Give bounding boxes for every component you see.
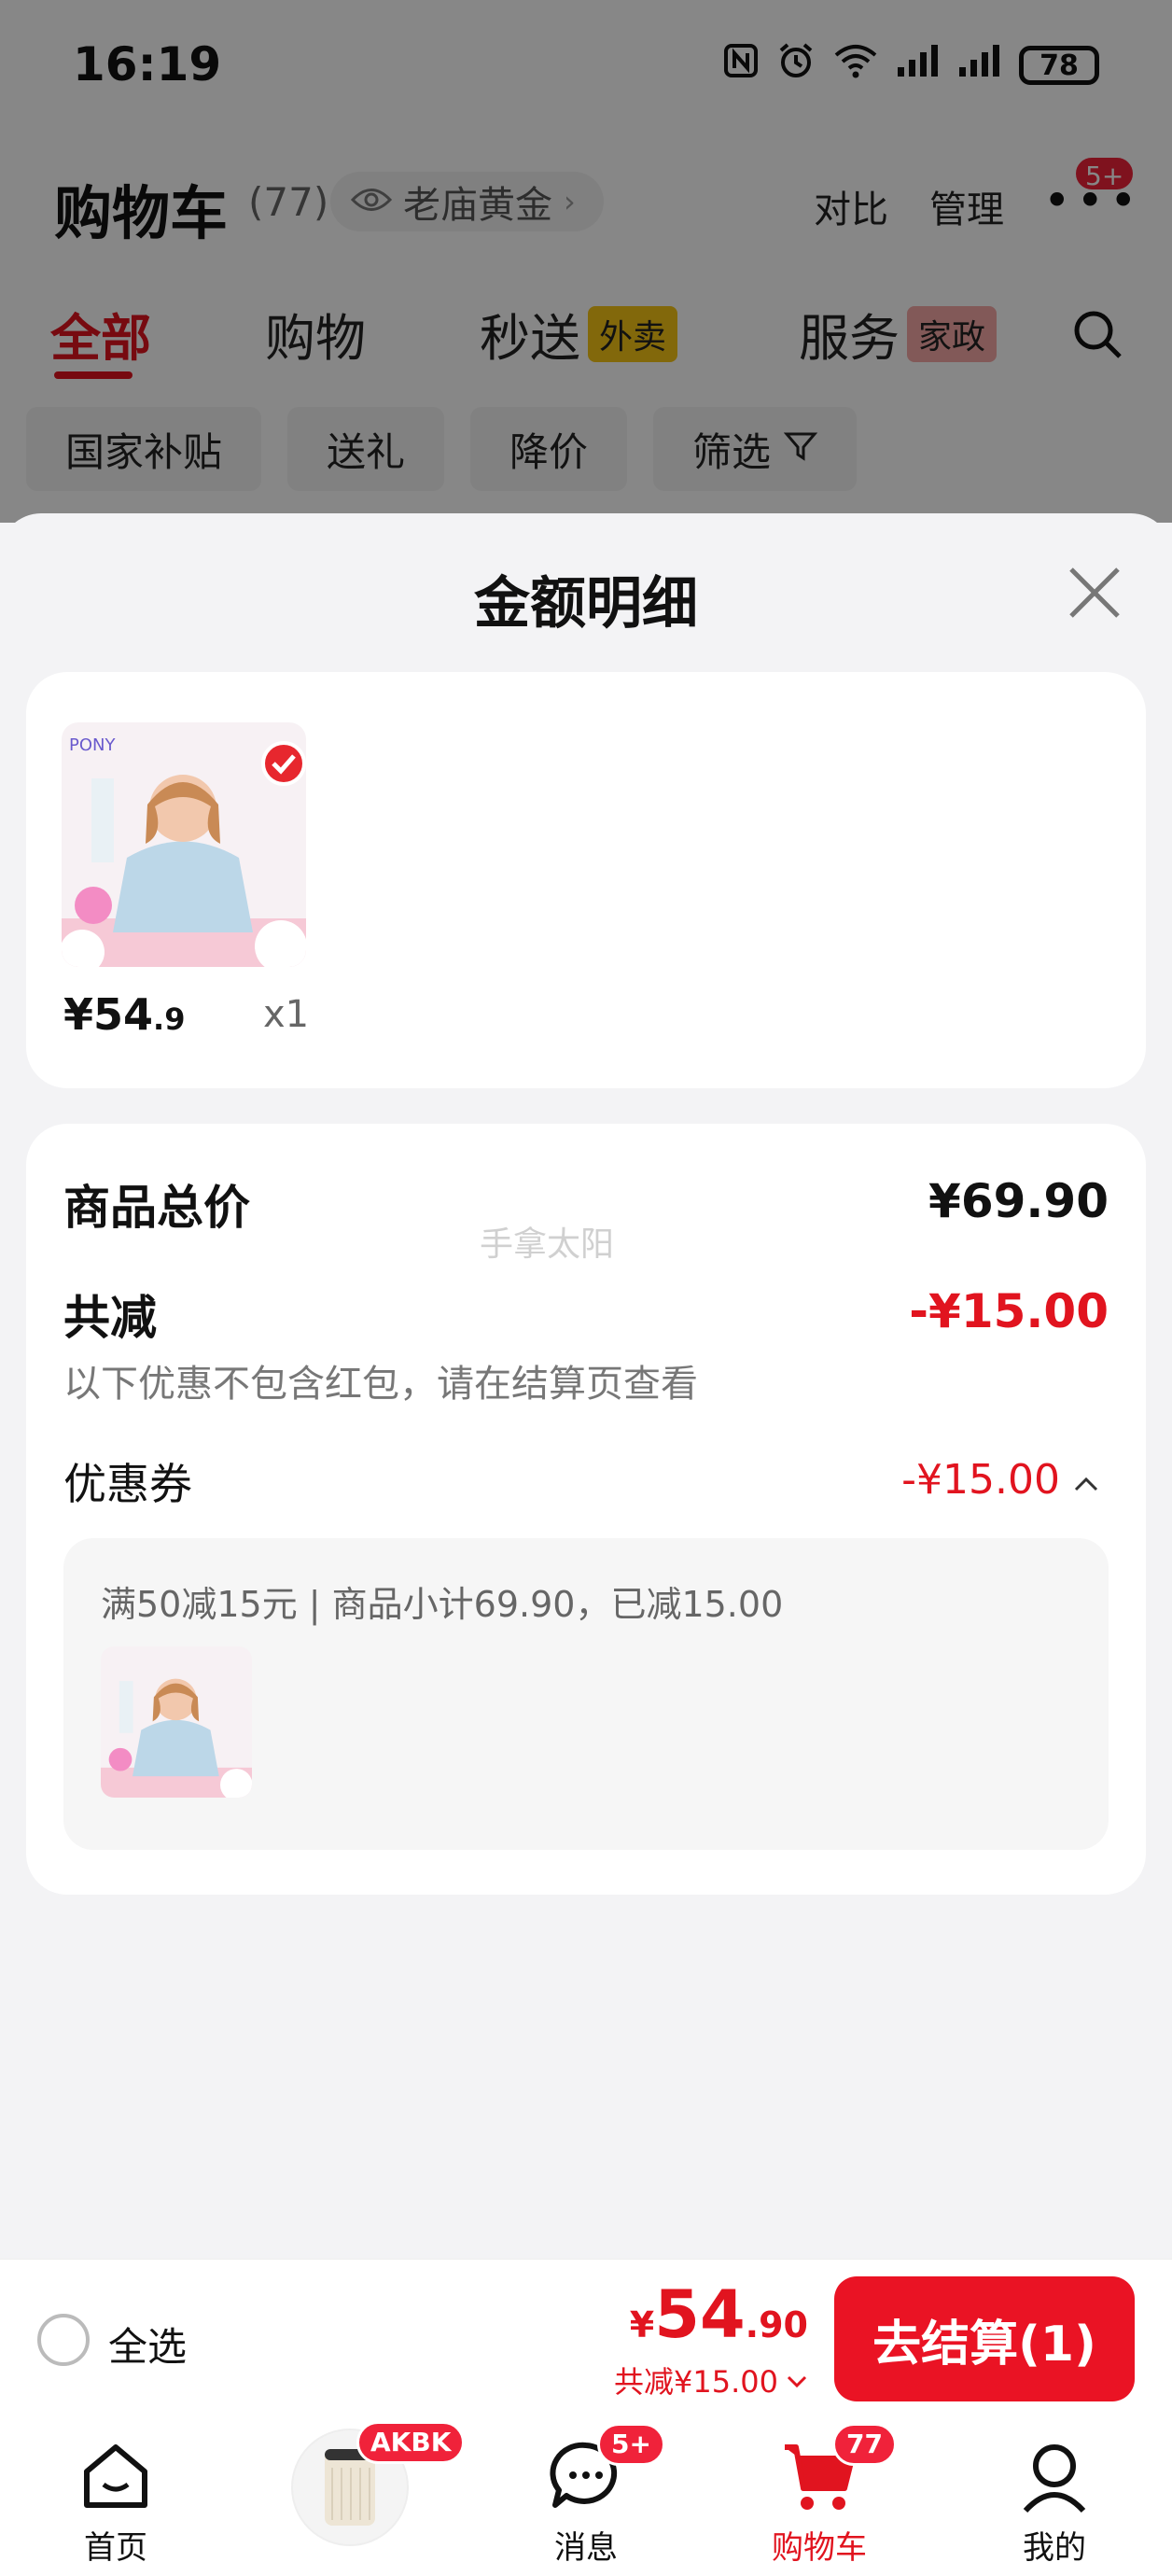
total-price-dec: .90: [745, 2304, 808, 2345]
nav-mine[interactable]: 我的: [961, 2415, 1148, 2576]
coupon-value: -¥15.00: [901, 1456, 1060, 1504]
nav-messages-label: 消息: [554, 2529, 618, 2567]
select-all-label[interactable]: 全选: [108, 2316, 187, 2373]
checkout-bar: 全选 ¥ 54 .90 共减¥15.00 去结算(1): [0, 2259, 1172, 2415]
bottom-nav: 首页 AKBK 消息 5+ 购物车 77 我的: [0, 2415, 1172, 2576]
product-list-card: PONY ¥54.9 x1: [26, 672, 1146, 1088]
close-icon: [1069, 567, 1120, 618]
sheet-title: 金额明细: [474, 571, 698, 637]
goods-total-value: ¥69.90: [928, 1174, 1109, 1228]
discount-note: 以下优惠不包含红包，请在结算页查看: [63, 1363, 698, 1406]
product-price: ¥54.9: [63, 989, 185, 1040]
product-image[interactable]: PONY: [62, 722, 306, 967]
coupon-detail-box: 满50减15元 | 商品小计69.90，已减15.00: [63, 1538, 1109, 1850]
promo-badge: AKBK: [356, 2421, 466, 2464]
watermark: 手拿太阳: [480, 1225, 615, 1264]
discount-label: 共减: [63, 1291, 157, 1345]
coupon-description: 满50减15元 | 商品小计69.90，已减15.00: [101, 1584, 784, 1625]
user-icon: [1023, 2444, 1086, 2513]
messages-badge: 5+: [597, 2423, 665, 2466]
total-price-symbol: ¥: [629, 2304, 655, 2345]
total-price-int: 54: [654, 2276, 746, 2353]
nav-home-label: 首页: [84, 2529, 147, 2567]
product-price-dec: .9: [153, 1001, 186, 1037]
coupon-toggle[interactable]: -¥15.00: [901, 1456, 1099, 1504]
goods-total-label: 商品总价: [63, 1181, 250, 1235]
cart-badge: 77: [832, 2423, 897, 2466]
select-all-checkbox[interactable]: [37, 2314, 90, 2366]
discount-value: -¥15.00: [909, 1284, 1109, 1338]
product-price-int: ¥54: [63, 989, 154, 1040]
close-button[interactable]: [1064, 562, 1125, 623]
price-summary-card: 商品总价 ¥69.90 手拿太阳 共减 -¥15.00 以下优惠不包含红包，请在…: [26, 1124, 1146, 1895]
coupon-product-image: [101, 1646, 252, 1798]
total-price: ¥ 54 .90: [630, 2276, 808, 2353]
svg-text:PONY: PONY: [69, 735, 116, 755]
home-icon: [84, 2444, 147, 2508]
nav-cart-label: 购物车: [772, 2529, 867, 2567]
amount-details-sheet: 金额明细 PONY ¥54.9 x1 商品总价 ¥69.90 手拿太阳 共减 -…: [0, 513, 1172, 2259]
total-discount-toggle[interactable]: 共减¥15.00: [614, 2359, 808, 2401]
chevron-down-icon: [786, 2362, 808, 2398]
chevron-up-icon: [1073, 1456, 1099, 1504]
product-quantity: x1: [263, 993, 310, 1036]
nav-home[interactable]: 首页: [22, 2415, 209, 2576]
total-discount: 共减¥15.00: [614, 2364, 778, 2400]
checkout-button[interactable]: 去结算(1): [834, 2276, 1135, 2401]
coupon-label: 优惠券: [63, 1459, 192, 1509]
selected-check-icon: [261, 741, 306, 786]
nav-mine-label: 我的: [1023, 2529, 1086, 2567]
modal-overlay[interactable]: [0, 0, 1172, 523]
